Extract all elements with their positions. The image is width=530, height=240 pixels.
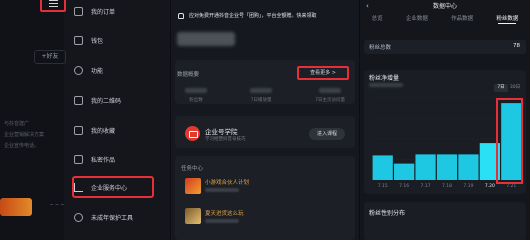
task-title[interactable]: 小游戏合伙人计划	[205, 178, 249, 186]
data-overview-title: 数据概要	[177, 72, 200, 78]
side-item-minor-protection[interactable]: 未成年保护工具	[74, 210, 133, 224]
side-item-private-works[interactable]: 私密作品	[74, 152, 115, 166]
tab-enterprise-data[interactable]: 企业数据	[404, 14, 430, 26]
lock-icon	[74, 154, 83, 164]
x-tick-label: 7.20	[485, 183, 495, 189]
x-tick-label: 7.16	[399, 183, 409, 189]
profile-panel: +好友 与抖音建广 企业营销解决方案 企业宣传电话。 我的订单 钱包 功能 我的…	[0, 0, 170, 240]
x-tick-label: 7.15	[378, 183, 388, 189]
x-tick-label: 7.19	[463, 183, 473, 189]
wallet-icon	[74, 35, 83, 45]
side-item-favorites[interactable]: 我的收藏	[74, 123, 115, 137]
task-title[interactable]: 夏天进货这么玩	[205, 209, 244, 217]
stat-plays[interactable]: 7日播放量	[250, 88, 273, 103]
x-tick-label: 7.17	[421, 183, 431, 189]
highlight-box	[72, 176, 154, 198]
stat-visits[interactable]: 7日主页访问量	[315, 88, 345, 103]
side-item-wallet[interactable]: 钱包	[74, 33, 103, 47]
tab-fans-data[interactable]: 粉丝数据	[494, 14, 520, 26]
gender-distribution-title: 粉丝性别分布	[369, 210, 406, 217]
view-more-button[interactable]: 查看更多 >	[297, 66, 349, 80]
fans-total-row: 粉丝总数 78	[364, 40, 526, 54]
stat-fans[interactable]: 粉丝数	[185, 88, 207, 103]
bell-icon	[178, 12, 184, 19]
academy-logo-icon	[185, 126, 200, 141]
menu-button[interactable]	[40, 0, 66, 12]
academy-title: 企业号学院	[205, 128, 238, 136]
service-center-panel: 应对免费开通抖音企业号「团购」，平台全额赠。快来领取 数据概要 查看更多 > 粉…	[171, 0, 359, 240]
qrcode-icon	[74, 95, 83, 105]
data-tabs: 总览 企业数据 作品数据 粉丝数据	[360, 14, 530, 26]
side-item-functions[interactable]: 功能	[74, 63, 103, 77]
fans-total-label: 粉丝总数	[369, 45, 392, 51]
x-tick-label: 7.18	[442, 183, 452, 189]
highlight-box	[496, 98, 523, 184]
overview-stats: 粉丝数 7日播放量 7日主页访问量	[185, 88, 345, 103]
stat-value	[250, 88, 273, 93]
profile-bio-line: 企业宣传电话。	[4, 143, 40, 149]
task-center-title: 任务中心	[181, 166, 204, 172]
link-icon	[74, 65, 83, 75]
side-item-orders[interactable]: 我的订单	[74, 4, 115, 18]
back-icon[interactable]: ‹	[366, 2, 369, 10]
task-thumbnail[interactable]	[185, 208, 201, 224]
bookmark-icon	[74, 125, 83, 135]
task-subtitle	[205, 188, 239, 192]
side-item-qrcode[interactable]: 我的二维码	[74, 93, 121, 107]
enter-course-button[interactable]: 进入课程	[309, 128, 345, 140]
menu-icon	[49, 0, 58, 1]
data-center-header: ‹ 数据中心	[360, 0, 530, 11]
task-subtitle	[205, 219, 239, 223]
stat-value	[319, 88, 342, 93]
order-icon	[74, 6, 83, 16]
bar[interactable]	[394, 163, 415, 180]
task-thumbnail[interactable]	[185, 178, 201, 194]
umbrella-icon	[74, 212, 83, 222]
bar[interactable]	[372, 155, 393, 180]
profile-dots	[50, 204, 64, 210]
profile-banner[interactable]	[0, 198, 32, 216]
stat-value	[185, 88, 207, 93]
profile-bio-line: 与抖音建广	[4, 121, 30, 127]
bar[interactable]	[436, 154, 458, 180]
profile-bio-line: 企业营销解决方案	[4, 132, 45, 138]
add-friend-button[interactable]: +好友	[34, 50, 66, 64]
bar[interactable]	[458, 154, 479, 180]
data-center-panel: ‹ 数据中心 总览 企业数据 作品数据 粉丝数据 粉丝总数 78 粉丝净增量 7…	[360, 0, 530, 240]
tab-works-data[interactable]: 作品数据	[449, 14, 475, 26]
tab-overview[interactable]: 总览	[370, 14, 385, 26]
account-name	[177, 32, 235, 46]
academy-subtitle: 学习经营抖音号技巧	[205, 137, 246, 142]
notice-bar[interactable]: 应对免费开通抖音企业号「团购」，平台全额赠。快来领取	[171, 10, 359, 21]
fans-total-value: 78	[513, 43, 520, 49]
gender-distribution-card: 粉丝性别分布	[364, 202, 526, 240]
bar[interactable]	[415, 154, 436, 180]
page-title: 数据中心	[432, 3, 457, 10]
